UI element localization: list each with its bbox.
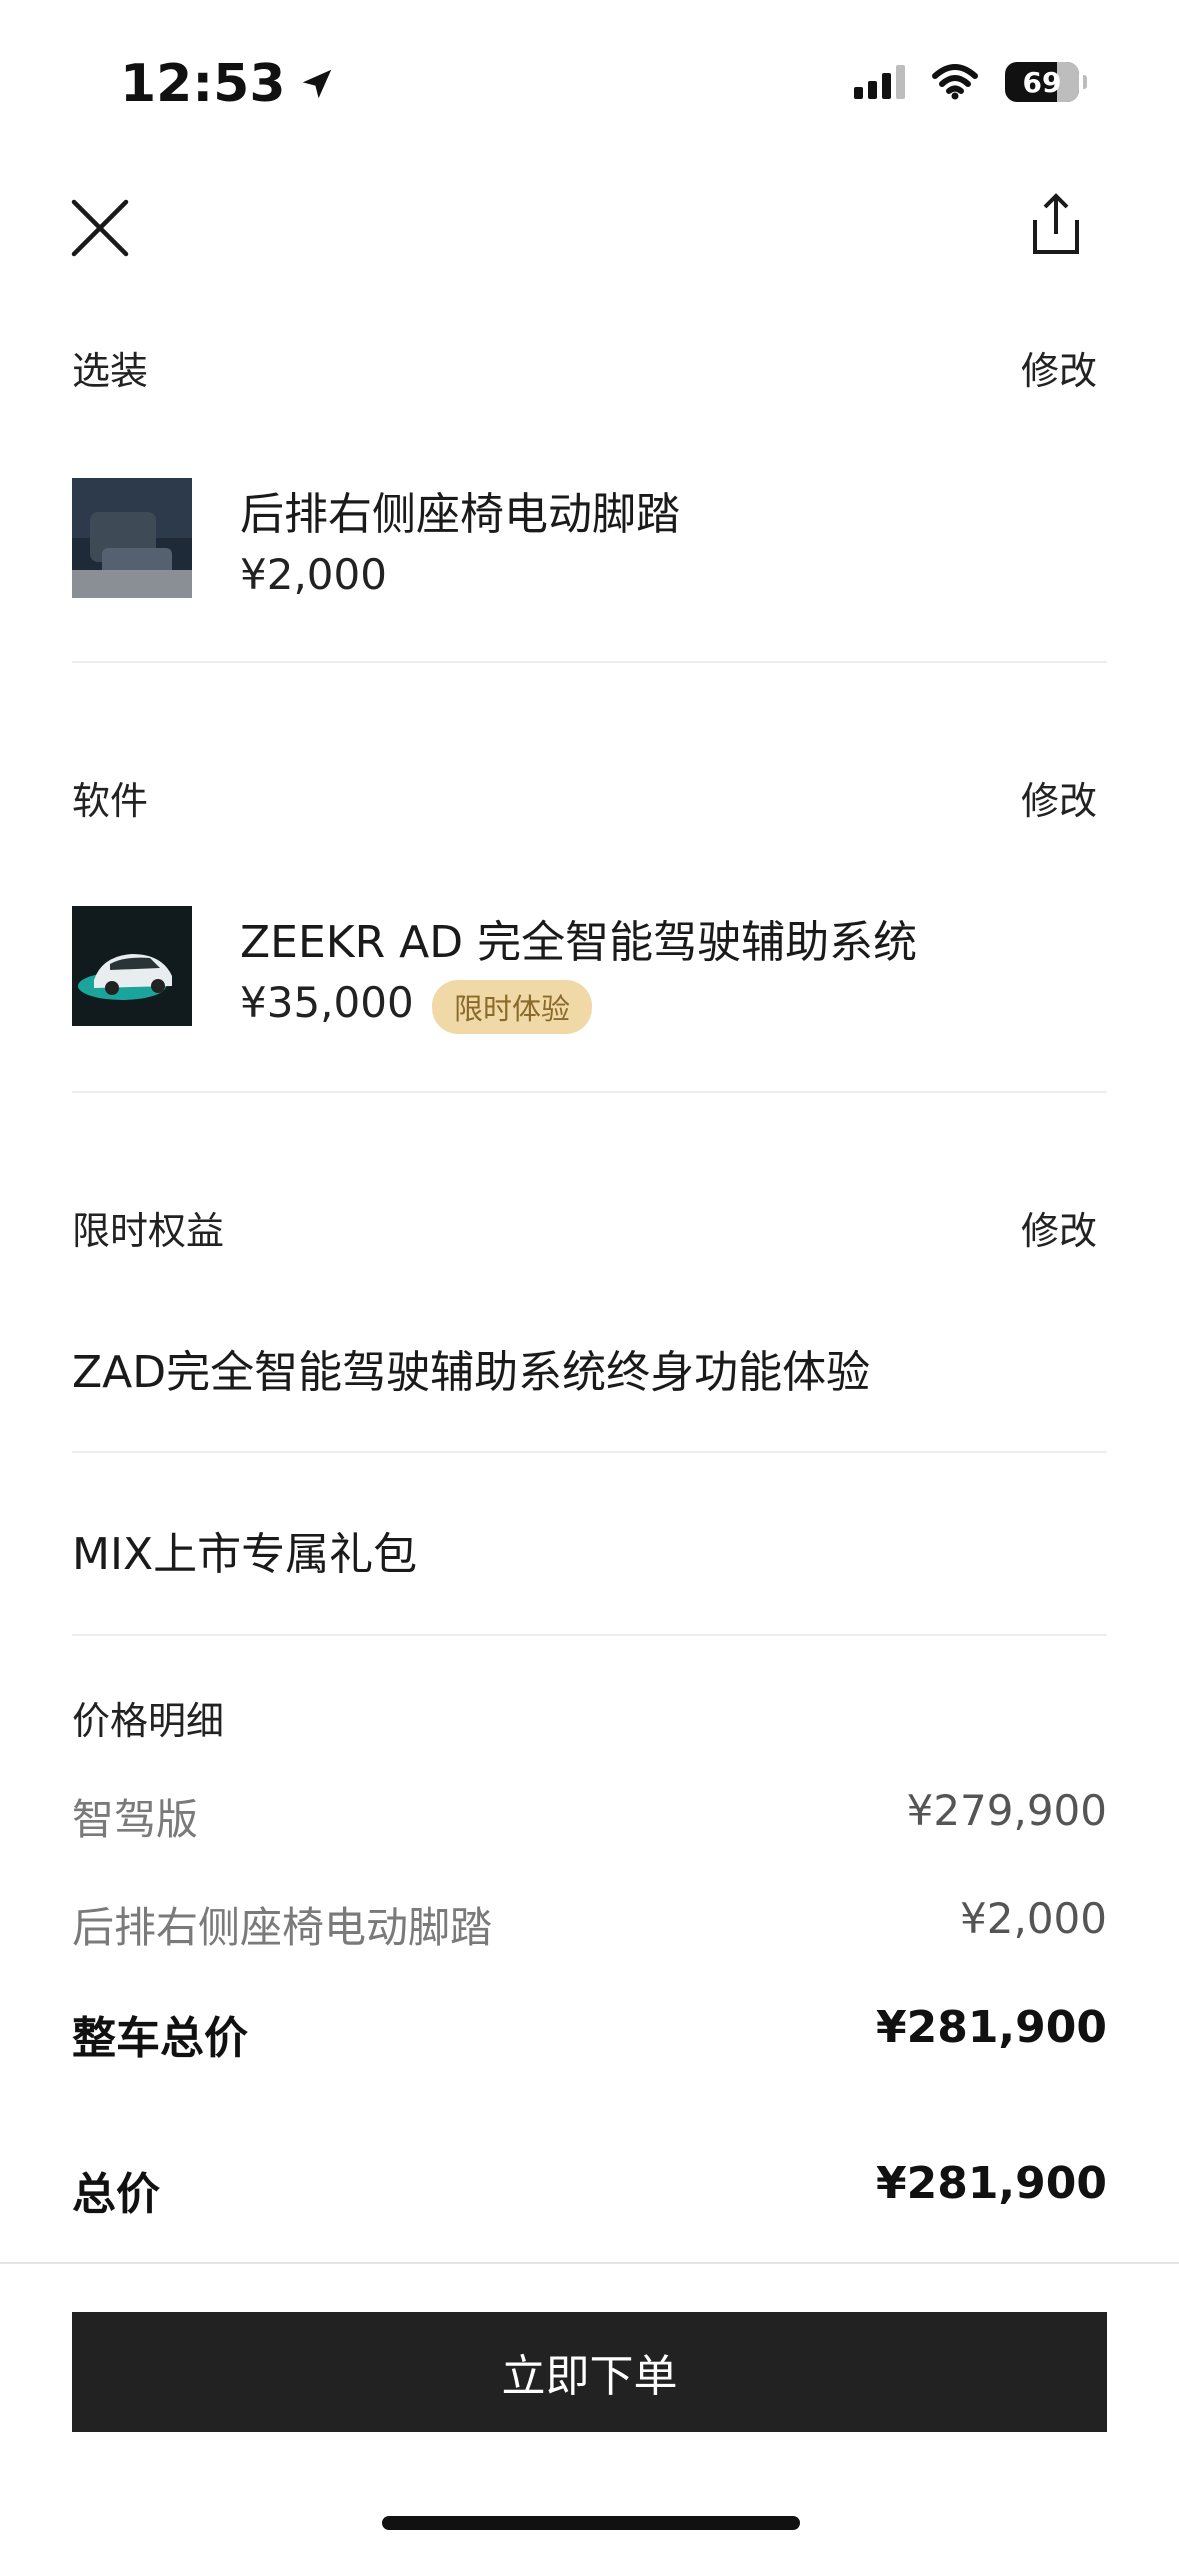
status-time: 12:53 (120, 54, 336, 114)
order-summary-page: 12:53 69 选装 修改 后排右侧座椅电动脚踏 ¥2,000 软件 修改 Z… (0, 0, 1179, 2556)
divider (72, 1451, 1107, 1453)
total-label: 总价 (72, 2169, 160, 2220)
battery-icon: 69 (1005, 62, 1087, 102)
close-button[interactable] (68, 196, 132, 260)
options-section-title: 选装 (72, 349, 149, 393)
battery-level: 69 (1022, 65, 1062, 99)
home-indicator (382, 2516, 800, 2530)
vehicle-total-label: 整车总价 (72, 2013, 248, 2064)
limited-trial-badge: 限时体验 (432, 980, 593, 1034)
divider (72, 1091, 1107, 1093)
divider (72, 661, 1107, 663)
price-row-value: ¥2,000 (960, 1894, 1107, 1943)
benefit-item: ZAD完全智能驾驶辅助系统终身功能体验 (72, 1347, 871, 1398)
zeekr-ad-item-name: ZEEKR AD 完全智能驾驶辅助系统 (240, 917, 918, 968)
price-row-label: 智驾版 (72, 1795, 199, 1844)
share-button[interactable] (1021, 190, 1091, 260)
benefit-item: MIX上市专属礼包 (72, 1529, 418, 1580)
zeekr-ad-thumbnail (72, 906, 192, 1026)
software-section-title: 软件 (72, 779, 149, 823)
zeekr-ad-item-price: ¥35,000 (240, 978, 414, 1027)
cellular-signal-icon (854, 65, 905, 99)
close-icon (71, 199, 129, 257)
share-icon (1033, 193, 1079, 254)
price-row-label: 后排右侧座椅电动脚踏 (72, 1903, 493, 1952)
status-time-text: 12:53 (120, 54, 286, 114)
wifi-icon (932, 64, 978, 100)
footrest-thumbnail (72, 478, 192, 598)
divider (72, 1634, 1107, 1636)
price-details-title: 价格明细 (72, 1699, 225, 1743)
benefits-section-title: 限时权益 (72, 1209, 225, 1253)
footer-divider (0, 2262, 1179, 2264)
total-value: ¥281,900 (875, 2158, 1107, 2209)
benefits-modify-button[interactable]: 修改 (1021, 1200, 1097, 1255)
status-icons: 69 (854, 62, 1087, 102)
options-modify-button[interactable]: 修改 (1021, 340, 1097, 395)
place-order-button[interactable]: 立即下单 (72, 2312, 1107, 2432)
location-arrow-icon (302, 69, 331, 99)
footrest-item-name: 后排右侧座椅电动脚踏 (240, 489, 680, 540)
price-row-value: ¥279,900 (906, 1786, 1107, 1835)
vehicle-total-value: ¥281,900 (875, 2002, 1107, 2053)
footrest-item-price: ¥2,000 (240, 550, 387, 599)
software-modify-button[interactable]: 修改 (1021, 770, 1097, 825)
